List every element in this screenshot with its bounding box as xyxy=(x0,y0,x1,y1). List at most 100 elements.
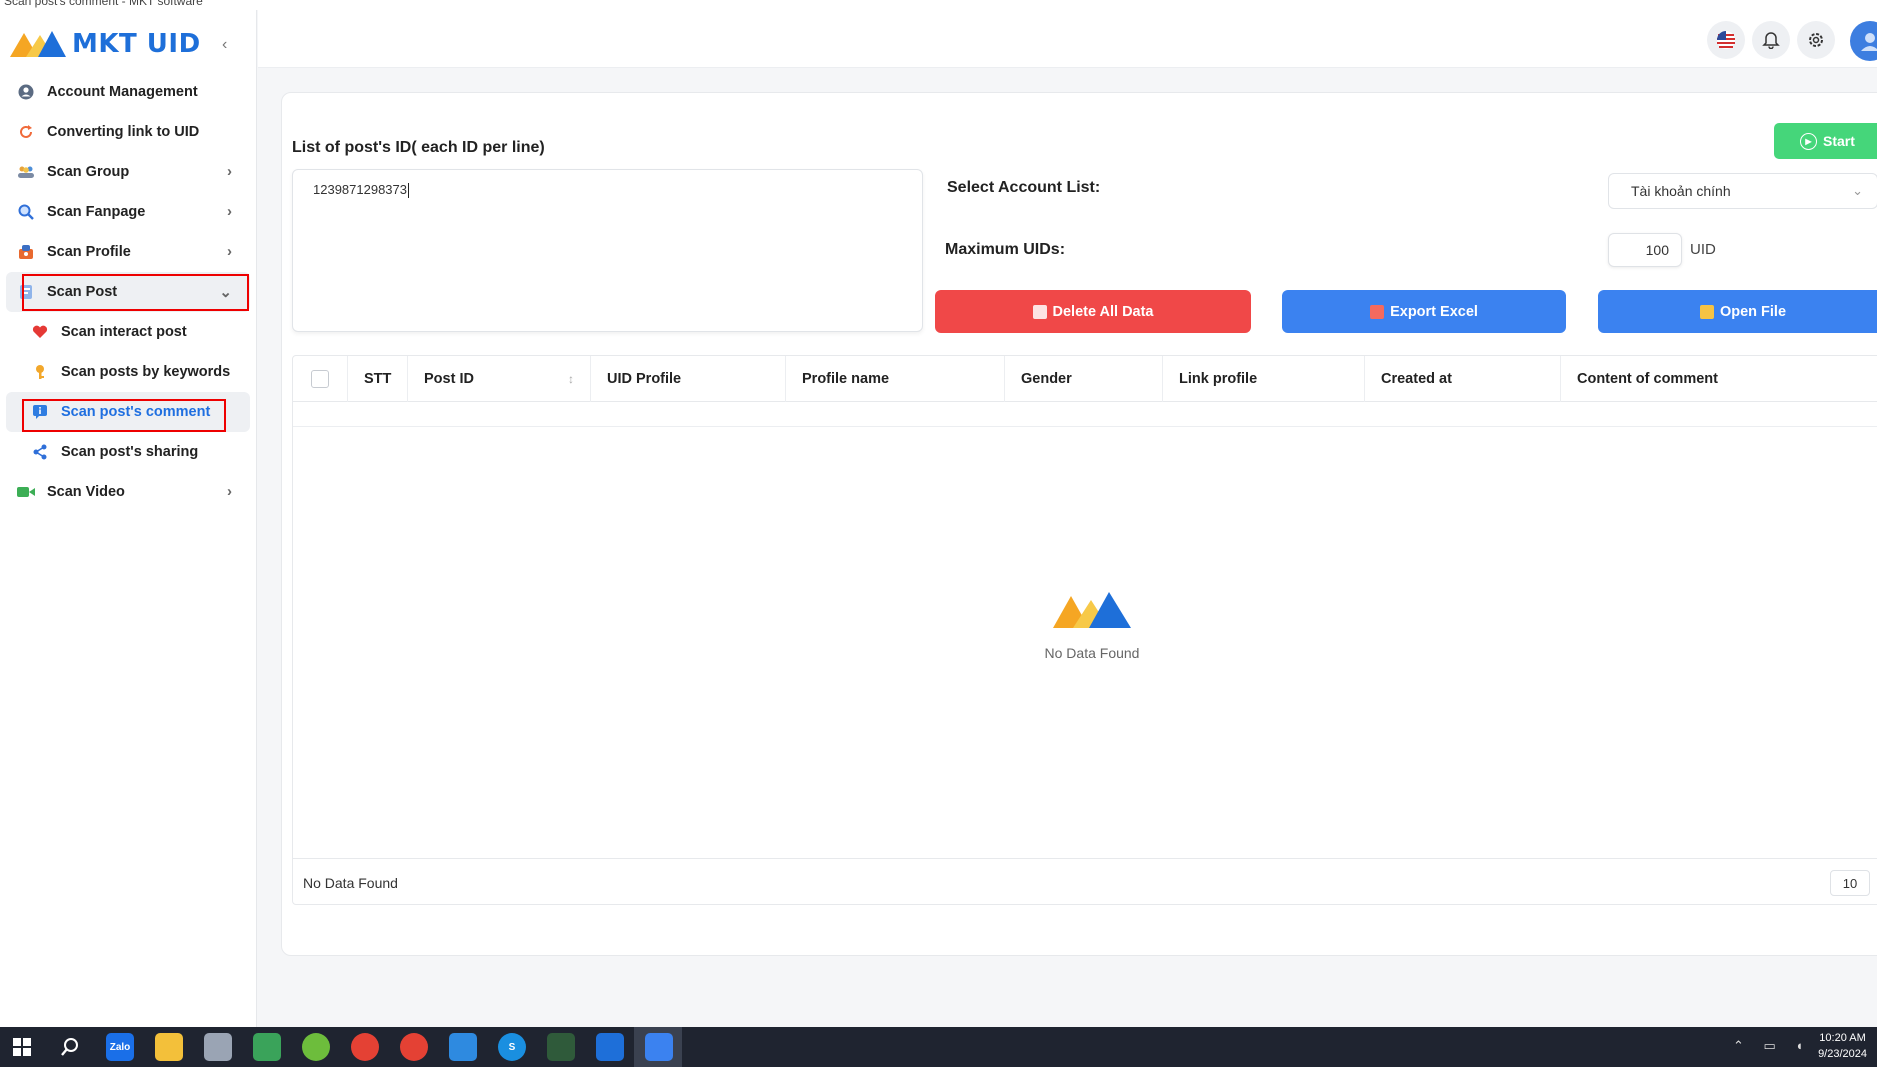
taskbar-search-icon[interactable] xyxy=(56,1033,84,1061)
delete-all-data-button[interactable]: Delete All Data xyxy=(935,290,1251,333)
column-header-uid-profile[interactable]: UID Profile xyxy=(590,356,785,402)
column-header-link-profile[interactable]: Link profile xyxy=(1162,356,1364,402)
os-taskbar: Zalo S ⌃ ▭ ◖ 10:20 AM 9/23/2024 xyxy=(0,1027,1877,1067)
sidebar-item-scan-fanpage[interactable]: Scan Fanpage › xyxy=(0,192,256,232)
app-icon-5[interactable] xyxy=(547,1033,575,1061)
export-excel-button[interactable]: Export Excel xyxy=(1282,290,1566,333)
post-icon xyxy=(16,282,36,302)
post-ids-label: List of post's ID( each ID per line) xyxy=(292,139,545,156)
bell-icon[interactable] xyxy=(1752,21,1790,59)
account-list-selected: Tài khoản chính xyxy=(1631,183,1731,199)
chevron-right-icon: › xyxy=(227,483,232,500)
max-uids-label: Maximum UIDs: xyxy=(945,241,1066,258)
export-excel-label: Export Excel xyxy=(1390,303,1478,320)
folder-icon xyxy=(1699,304,1714,319)
chrome-icon-2[interactable] xyxy=(400,1033,428,1061)
skype-icon[interactable]: S xyxy=(498,1033,526,1061)
delete-list-icon xyxy=(1032,304,1047,319)
group-icon xyxy=(16,162,36,182)
text-caret xyxy=(408,183,409,199)
brand-name: MKT UID xyxy=(72,29,201,59)
heart-icon xyxy=(30,322,50,342)
zalo-app-icon[interactable]: Zalo xyxy=(106,1033,134,1061)
sidebar-item-scan-profile[interactable]: Scan Profile › xyxy=(0,232,256,272)
sidebar-item-label: Account Management xyxy=(47,84,198,100)
windows-start-icon[interactable] xyxy=(8,1033,36,1061)
chevron-right-icon: › xyxy=(227,163,232,180)
zalo-pc-icon[interactable] xyxy=(596,1033,624,1061)
sidebar-item-scan-posts-by-keywords[interactable]: Scan posts by keywords xyxy=(0,352,256,392)
chevron-right-icon: › xyxy=(227,203,232,220)
sidebar-item-label: Scan Video xyxy=(47,484,125,500)
open-file-label: Open File xyxy=(1719,303,1787,320)
chevron-down-icon: ⌄ xyxy=(219,284,232,301)
delete-all-label: Delete All Data xyxy=(1052,303,1154,320)
play-icon: ▶ xyxy=(1800,132,1817,150)
max-uids-input[interactable]: 100 xyxy=(1608,233,1682,267)
empty-state-text: No Data Found xyxy=(1044,645,1140,661)
refresh-icon xyxy=(16,122,36,142)
column-header-profile-name[interactable]: Profile name xyxy=(785,356,1004,402)
account-list-select[interactable]: Tài khoản chính ⌄ xyxy=(1608,173,1877,209)
sidebar-item-scan-posts-comment[interactable]: Scan post's comment xyxy=(6,392,250,432)
sidebar-item-account-management[interactable]: Account Management xyxy=(0,72,256,112)
window-title: Scan post's comment - MKT software xyxy=(4,0,203,8)
app-icon-3[interactable] xyxy=(302,1033,330,1061)
open-file-button[interactable]: Open File xyxy=(1598,290,1877,333)
column-header-created-at[interactable]: Created at xyxy=(1364,356,1560,402)
language-flag-icon[interactable] xyxy=(1707,21,1745,59)
column-header-stt[interactable]: STT xyxy=(347,356,407,402)
gear-icon[interactable] xyxy=(1797,21,1835,59)
video-icon xyxy=(16,482,36,502)
app-icon-1[interactable] xyxy=(204,1033,232,1061)
table-header: STT Post ID ↕ UID Profile Profile name G… xyxy=(293,356,1877,402)
app-icon-4[interactable] xyxy=(449,1033,477,1061)
window-titlebar: Scan post's comment - MKT software xyxy=(0,0,1877,10)
post-ids-textarea[interactable]: 1239871298373 xyxy=(292,169,923,332)
sidebar-item-label: Scan post's comment xyxy=(61,404,211,420)
start-button[interactable]: ▶ Start xyxy=(1774,123,1877,159)
sidebar-item-scan-post[interactable]: Scan Post ⌄ xyxy=(6,272,250,312)
chevron-down-icon: ⌄ xyxy=(1852,183,1863,198)
chrome-icon-1[interactable] xyxy=(351,1033,379,1061)
column-header-post-id[interactable]: Post ID ↕ xyxy=(407,356,590,402)
post-ids-value: 1239871298373 xyxy=(313,182,407,197)
empty-logo-icon xyxy=(1053,592,1131,628)
sidebar: MKT UID ‹ Account Management Converting … xyxy=(0,10,257,1027)
select-all-checkbox[interactable] xyxy=(311,370,329,388)
sidebar-item-scan-video[interactable]: Scan Video › xyxy=(0,472,256,512)
system-tray-icons[interactable]: ⌃ ▭ ◖ xyxy=(1733,1038,1811,1054)
sidebar-item-scan-group[interactable]: Scan Group › xyxy=(0,152,256,192)
sidebar-item-label: Scan Post xyxy=(47,284,118,300)
search-icon xyxy=(16,202,36,222)
sidebar-item-label: Scan Group xyxy=(47,164,130,180)
export-icon xyxy=(1370,304,1385,319)
column-header-gender[interactable]: Gender xyxy=(1004,356,1162,402)
brand-logo: MKT UID xyxy=(8,24,201,64)
sidebar-item-scan-interact-post[interactable]: Scan interact post xyxy=(0,312,256,352)
mkt-uid-app-icon[interactable] xyxy=(645,1033,673,1061)
select-all-cell xyxy=(293,356,347,402)
sidebar-item-label: Scan Profile xyxy=(47,244,131,260)
sidebar-item-label: Scan Fanpage xyxy=(47,204,146,220)
page-size-select[interactable]: 10 xyxy=(1830,870,1870,896)
file-explorer-icon[interactable] xyxy=(155,1033,183,1061)
sidebar-item-label: Scan interact post xyxy=(61,324,187,340)
profile-icon xyxy=(16,242,36,262)
sidebar-item-scan-posts-sharing[interactable]: Scan post's sharing xyxy=(0,432,256,472)
avatar[interactable] xyxy=(1850,21,1877,61)
column-header-content-of-comment[interactable]: Content of comment xyxy=(1560,356,1877,402)
table-filter-row xyxy=(293,403,1877,427)
app-icon-2[interactable] xyxy=(253,1033,281,1061)
taskbar-clock[interactable]: 10:20 AM 9/23/2024 xyxy=(1818,1030,1867,1062)
sidebar-item-label: Scan posts by keywords xyxy=(61,364,231,380)
comment-icon xyxy=(30,402,50,422)
share-icon xyxy=(30,442,50,462)
table-footer: No Data Found 10 xyxy=(293,858,1877,905)
sort-icon[interactable]: ↕ xyxy=(568,372,574,386)
user-circle-icon xyxy=(16,82,36,102)
sidebar-item-converting-link[interactable]: Converting link to UID xyxy=(0,112,256,152)
sidebar-item-label: Scan post's sharing xyxy=(61,444,199,460)
collapse-sidebar-button[interactable]: ‹ xyxy=(222,36,227,54)
clock-date: 9/23/2024 xyxy=(1818,1048,1867,1060)
